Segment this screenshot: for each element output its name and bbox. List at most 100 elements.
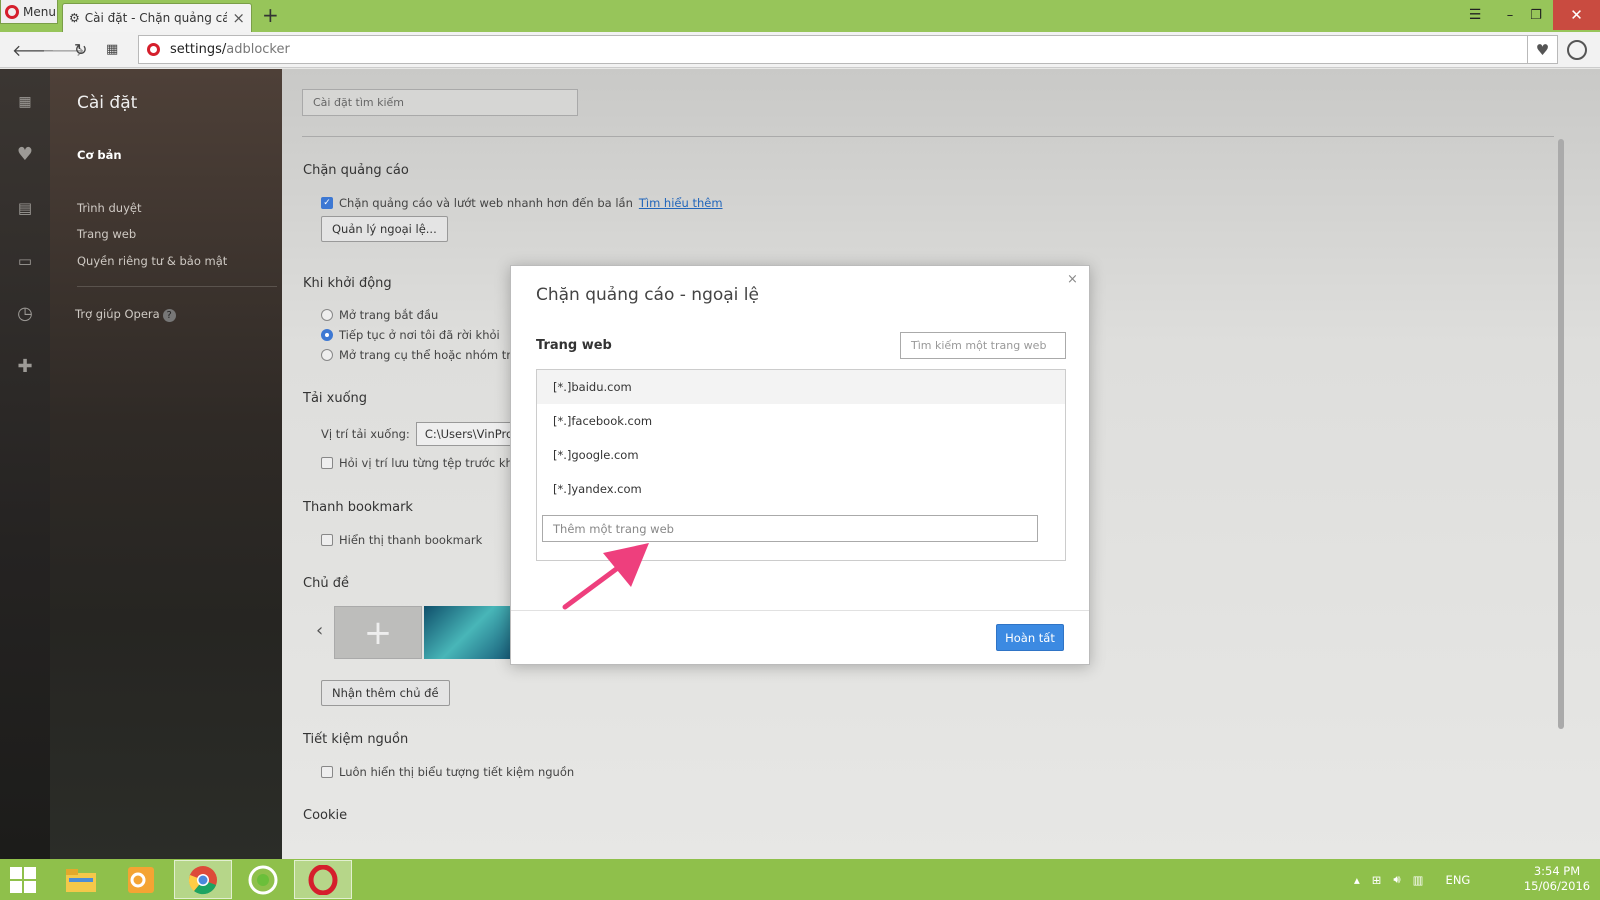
address-bar-area: 🡐 🡒 ↻ ▦ settings/adblocker ♥ <box>0 32 1600 68</box>
speed-dial-icon[interactable]: ▦ <box>106 42 118 57</box>
show-bookmarks-label: Hiển thị thanh bookmark <box>339 533 483 547</box>
bookmark-heart-icon[interactable]: ♥ <box>1528 35 1558 64</box>
download-location-row: Vị trí tải xuống: C:\Users\VinPro02 <box>321 422 536 446</box>
language-indicator[interactable]: ENG <box>1446 873 1471 887</box>
sidebar-item-browser[interactable]: Trình duyệt <box>77 201 141 215</box>
exception-site-list: [*.]baidu.com [*.]facebook.com [*.]googl… <box>536 369 1066 561</box>
adblock-heading: Chặn quảng cáo <box>303 163 409 178</box>
help-icon: ? <box>162 309 176 322</box>
devices-icon[interactable]: ▭ <box>14 250 36 272</box>
chrome-icon[interactable] <box>174 860 232 899</box>
show-bookmarks-checkbox[interactable] <box>321 534 333 546</box>
list-item[interactable]: [*.]google.com <box>537 438 1065 472</box>
add-theme-tile[interactable]: + <box>334 606 422 659</box>
bookmarks-heading: Thanh bookmark <box>303 500 413 515</box>
close-window-button[interactable]: ✕ <box>1553 0 1600 30</box>
annotation-arrow-icon <box>562 543 649 610</box>
startup-radio[interactable] <box>321 349 333 361</box>
scrollbar[interactable] <box>1558 139 1564 729</box>
startup-option-label: Mở trang bắt đầu <box>339 308 439 322</box>
sidebar-icon-rail: ▦ ♥ ▤ ▭ ◷ ✚ <box>0 69 50 859</box>
sidebar-item-help[interactable]: Trợ giúp Opera? <box>75 307 176 322</box>
coc-coc-icon[interactable] <box>234 860 292 899</box>
get-more-themes-button[interactable]: Nhận thêm chủ đề <box>321 680 450 706</box>
bookmarks-heart-icon[interactable]: ♥ <box>14 144 36 166</box>
startup-option[interactable]: Mở trang bắt đầu <box>321 308 438 322</box>
url-path: adblocker <box>226 42 290 57</box>
profile-icon[interactable] <box>1567 40 1587 60</box>
list-item[interactable]: [*.]facebook.com <box>537 404 1065 438</box>
startup-heading: Khi khởi động <box>303 276 392 291</box>
menu-label: Menu <box>23 4 56 19</box>
startup-radio-selected[interactable] <box>321 329 333 341</box>
history-clock-icon[interactable]: ◷ <box>14 303 36 325</box>
opera-menu-button[interactable]: Menu <box>0 0 58 24</box>
network-icon[interactable]: ▥ <box>1413 873 1424 887</box>
manage-exceptions-button[interactable]: Quản lý ngoại lệ... <box>321 216 448 242</box>
battery-icon-label: Luôn hiển thị biểu tượng tiết kiệm nguồn <box>339 765 575 779</box>
news-icon[interactable]: ▤ <box>14 197 36 219</box>
list-item[interactable]: [*.]baidu.com <box>537 370 1065 404</box>
show-bookmarks-option[interactable]: Hiển thị thanh bookmark <box>321 533 482 547</box>
site-search-input[interactable]: Tìm kiếm một trang web <box>900 332 1066 359</box>
outlook-icon[interactable] <box>112 860 170 899</box>
websites-label: Trang web <box>536 338 612 353</box>
ask-location-checkbox[interactable] <box>321 457 333 469</box>
clock-date: 15/06/2016 <box>1523 879 1591 893</box>
done-button[interactable]: Hoàn tất <box>996 624 1064 651</box>
dialog-title: Chặn quảng cáo - ngoại lệ <box>536 285 759 305</box>
gear-icon: ⚙ <box>69 11 80 25</box>
sidebar-item-privacy[interactable]: Quyền riêng tư & bảo mật <box>77 254 227 268</box>
battery-icon-option[interactable]: Luôn hiển thị biểu tượng tiết kiệm nguồn <box>321 765 574 779</box>
cookie-heading: Cookie <box>303 808 348 823</box>
reload-icon[interactable]: ↻ <box>74 40 87 59</box>
divider <box>302 136 1554 137</box>
theme-tile[interactable] <box>424 606 512 659</box>
adblock-option: ✓ Chặn quảng cáo và lướt web nhanh hơn đ… <box>321 196 723 210</box>
startup-option[interactable]: Mở trang cụ thể hoặc nhóm trang <box>321 348 533 362</box>
speed-dial-icon[interactable]: ▦ <box>14 91 36 113</box>
new-tab-button[interactable]: + <box>262 3 279 27</box>
startup-option[interactable]: Tiếp tục ở nơi tôi đã rời khỏi <box>321 328 500 342</box>
sidebar-item-basic[interactable]: Cơ bản <box>77 148 122 162</box>
clock-time: 3:54 PM <box>1533 864 1581 878</box>
url-host: settings/ <box>170 42 227 57</box>
adblock-checkbox[interactable]: ✓ <box>321 197 333 209</box>
settings-sidebar: Cài đặt Cơ bản Trình duyệt Trang web Quy… <box>50 69 282 859</box>
battery-icon-checkbox[interactable] <box>321 766 333 778</box>
tray-chevron-up-icon[interactable]: ▴ <box>1354 873 1360 887</box>
windows-start-icon[interactable] <box>10 867 36 893</box>
clock[interactable]: 3:54 PM 15/06/2016 <box>1522 864 1592 894</box>
settings-search-input[interactable]: Cài đặt tìm kiếm <box>302 89 578 116</box>
tab-title: Cài đặt - Chặn quảng cáo <box>84 11 228 25</box>
sidebar-item-websites[interactable]: Trang web <box>77 227 136 241</box>
battery-heading: Tiết kiệm nguồn <box>303 732 409 747</box>
dialog-close-icon[interactable]: × <box>1067 272 1078 287</box>
opera-logo-icon <box>5 4 19 19</box>
settings-title: Cài đặt <box>77 93 138 113</box>
startup-option-label: Tiếp tục ở nơi tôi đã rời khỏi <box>339 328 500 342</box>
volume-icon[interactable]: 🔊︎ <box>1393 872 1400 887</box>
windows-taskbar: ▴ ⊞ 🔊︎ ▥ ENG 3:54 PM 15/06/2016 <box>0 859 1600 900</box>
download-location-label: Vị trí tải xuống: <box>321 427 410 441</box>
tab-settings-adblocker[interactable]: ⚙ Cài đặt - Chặn quảng cáo × <box>62 3 252 32</box>
list-item[interactable]: [*.]yandex.com <box>537 472 1065 506</box>
extensions-puzzle-icon[interactable]: ✚ <box>14 356 36 378</box>
help-label: Trợ giúp Opera <box>75 307 160 321</box>
url-text: settings/adblocker <box>170 42 290 57</box>
tab-close-icon[interactable]: × <box>232 9 245 27</box>
downloads-heading: Tải xuống <box>303 391 368 406</box>
action-center-icon[interactable]: ⊞ <box>1372 873 1382 887</box>
startup-radio[interactable] <box>321 309 333 321</box>
themes-heading: Chủ đề <box>303 576 349 591</box>
chevron-left-icon[interactable]: ‹ <box>316 620 323 641</box>
browser-tab-bar: Menu ⚙ Cài đặt - Chặn quảng cáo × + ☰ – … <box>0 0 1600 32</box>
learn-more-link[interactable]: Tìm hiểu thêm <box>639 196 723 210</box>
restore-button[interactable]: ❐ <box>1523 0 1549 30</box>
file-explorer-icon[interactable] <box>52 860 110 899</box>
tab-menu-icon[interactable]: ☰ <box>1462 0 1488 30</box>
minimize-button[interactable]: – <box>1497 0 1523 30</box>
system-tray: ▴ ⊞ 🔊︎ ▥ ENG <box>1354 859 1470 900</box>
address-input[interactable]: settings/adblocker <box>138 35 1528 64</box>
opera-taskbar-icon[interactable] <box>294 860 352 899</box>
